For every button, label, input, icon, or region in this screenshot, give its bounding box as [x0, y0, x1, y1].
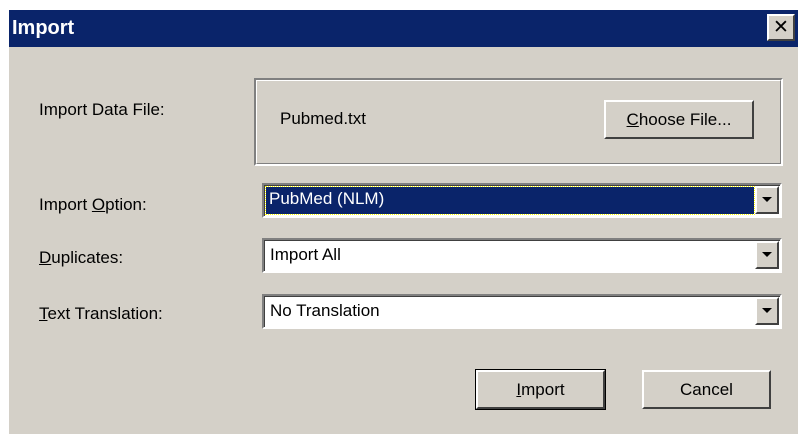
text-translation-dropdown-button[interactable] [755, 297, 779, 325]
duplicates-dropdown-button[interactable] [755, 241, 779, 269]
choose-file-button[interactable]: Choose File... [604, 100, 754, 139]
import-option-value: PubMed (NLM) [269, 189, 385, 208]
duplicates-value: Import All [270, 245, 341, 264]
chevron-down-icon [762, 252, 772, 257]
import-data-file-label: Import Data File: [39, 100, 165, 119]
close-icon: ✕ [773, 17, 789, 38]
import-option-select[interactable]: PubMed (NLM) [262, 183, 782, 218]
chevron-down-icon [762, 197, 772, 202]
file-group-box: Pubmed.txt Choose File... [254, 78, 783, 166]
duplicates-label: Duplicates: [39, 248, 124, 267]
text-translation-select[interactable]: No Translation [262, 294, 782, 329]
cancel-button[interactable]: Cancel [642, 370, 771, 409]
close-button[interactable]: ✕ [767, 14, 795, 41]
import-button[interactable]: Import [475, 369, 606, 410]
import-dialog: Import ✕ Import Data File: Pubmed.txt Ch… [7, 8, 798, 434]
text-translation-value: No Translation [270, 301, 380, 320]
import-option-label: Import Option: [39, 195, 147, 214]
duplicates-select[interactable]: Import All [262, 238, 782, 273]
selected-file-name: Pubmed.txt [280, 109, 366, 128]
text-translation-label: Text Translation: [39, 304, 163, 323]
chevron-down-icon [762, 308, 772, 313]
dialog-title: Import [12, 17, 75, 39]
title-bar[interactable]: Import ✕ [9, 10, 798, 47]
import-option-dropdown-button[interactable] [755, 186, 779, 214]
